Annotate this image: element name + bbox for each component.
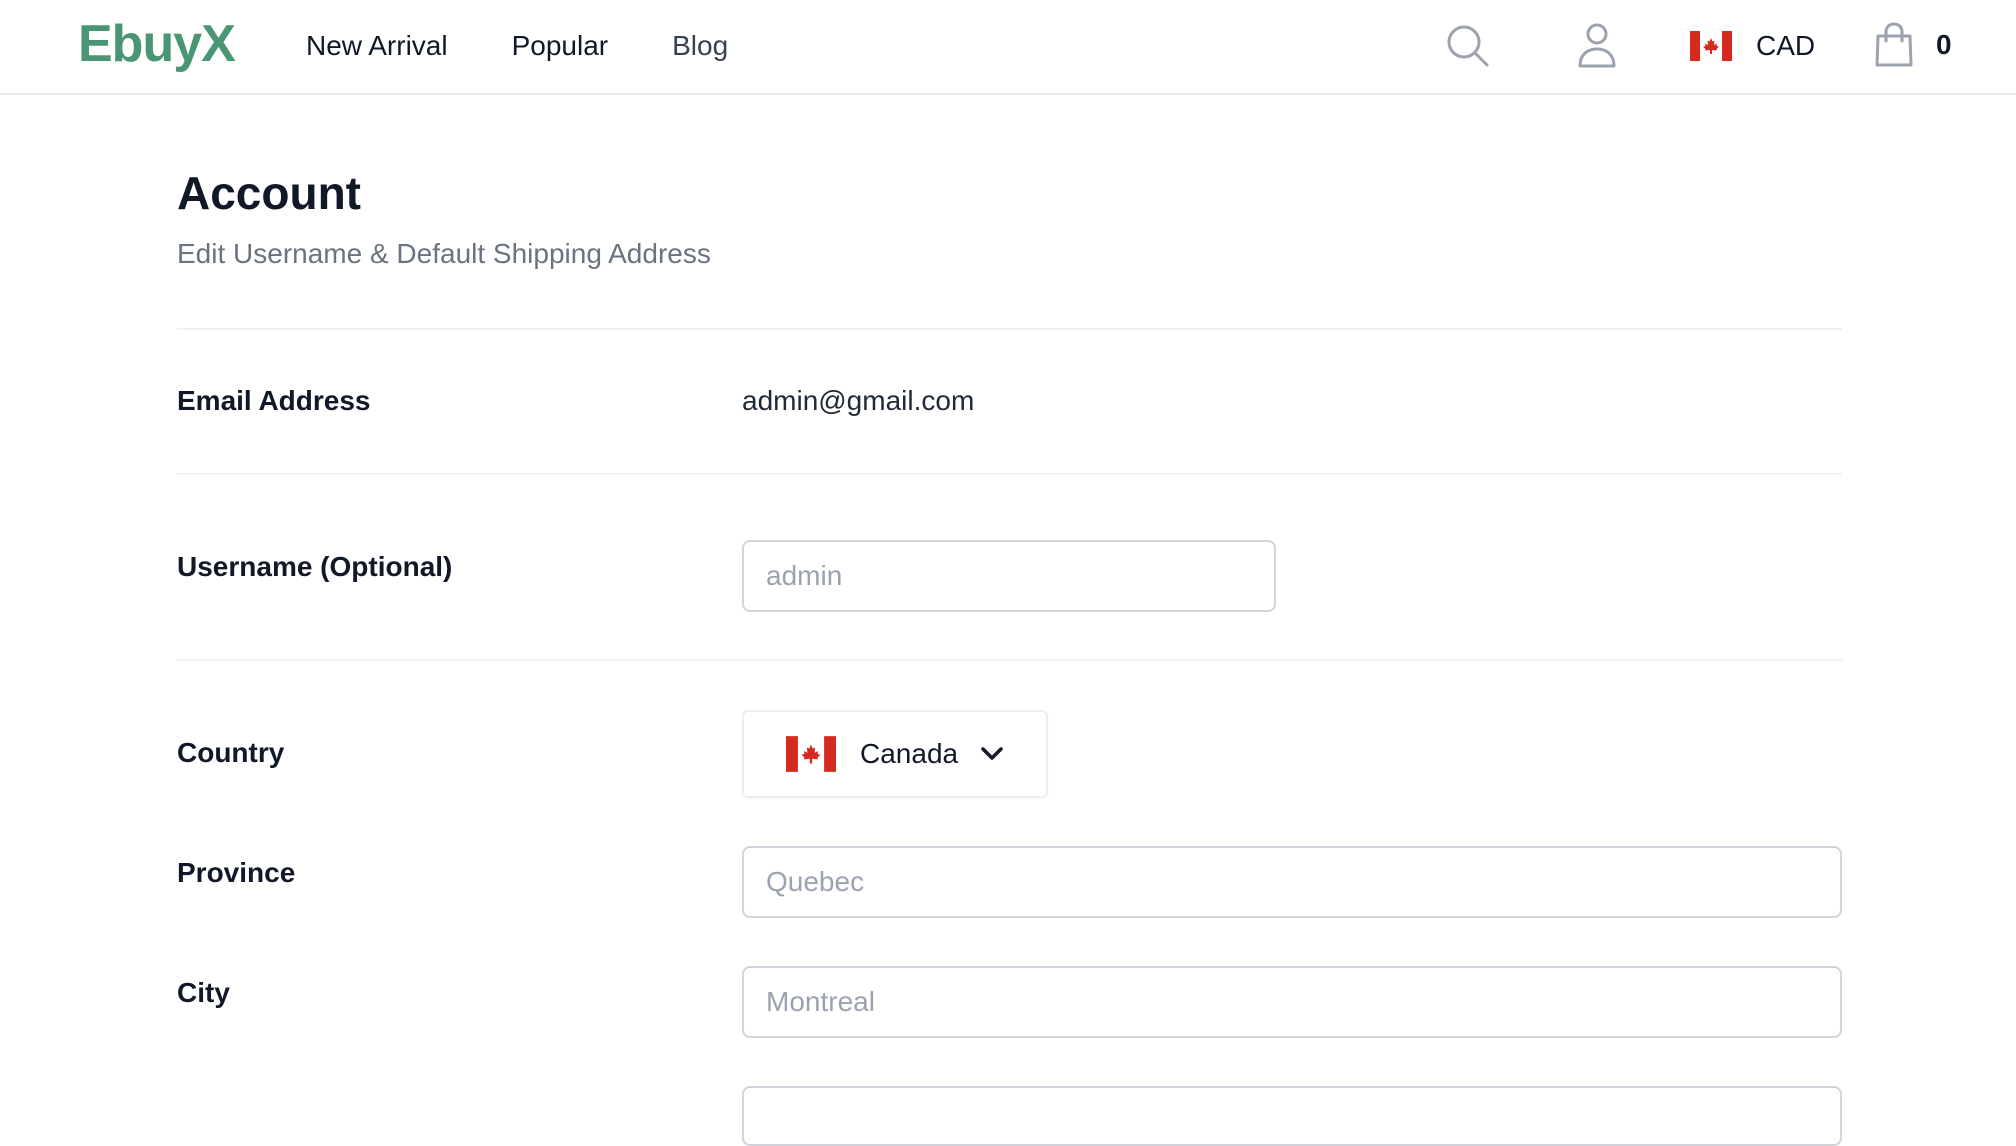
search-icon[interactable] [1446,24,1490,68]
province-label: Province [177,857,296,888]
page-subtitle: Edit Username & Default Shipping Address [177,238,711,269]
username-input[interactable] [742,540,1276,612]
divider [177,473,1842,475]
cart-count: 0 [1936,29,1952,60]
country-select[interactable]: Canada [742,710,1048,798]
province-input[interactable] [742,846,1842,918]
top-navbar: EbuyX New Arrival Popular Blog CAD 0 [0,0,2016,95]
nav-new-arrival[interactable]: New Arrival [306,26,448,66]
email-value: admin@gmail.com [742,385,975,416]
main-nav: New Arrival Popular Blog [306,26,728,66]
email-label: Email Address [177,385,371,416]
nav-popular[interactable]: Popular [512,26,609,66]
cart-button[interactable]: 0 [1874,22,1952,68]
canada-flag-icon [1690,31,1732,61]
country-value: Canada [860,738,959,769]
logo[interactable]: EbuyX [78,14,236,74]
nav-blog[interactable]: Blog [672,26,728,66]
currency-selector[interactable]: CAD [1690,26,1815,66]
next-address-input[interactable] [742,1086,1842,1146]
user-icon[interactable] [1576,22,1618,70]
divider [177,659,1842,661]
canada-flag-icon [786,736,836,772]
shopping-bag-icon [1875,22,1913,67]
divider [177,328,1842,330]
city-input[interactable] [742,966,1842,1038]
chevron-down-icon [981,747,1003,760]
country-label: Country [177,737,285,768]
city-label: City [177,977,230,1008]
page-title: Account [177,167,361,219]
currency-label: CAD [1756,30,1816,61]
username-label: Username (Optional) [177,551,453,582]
